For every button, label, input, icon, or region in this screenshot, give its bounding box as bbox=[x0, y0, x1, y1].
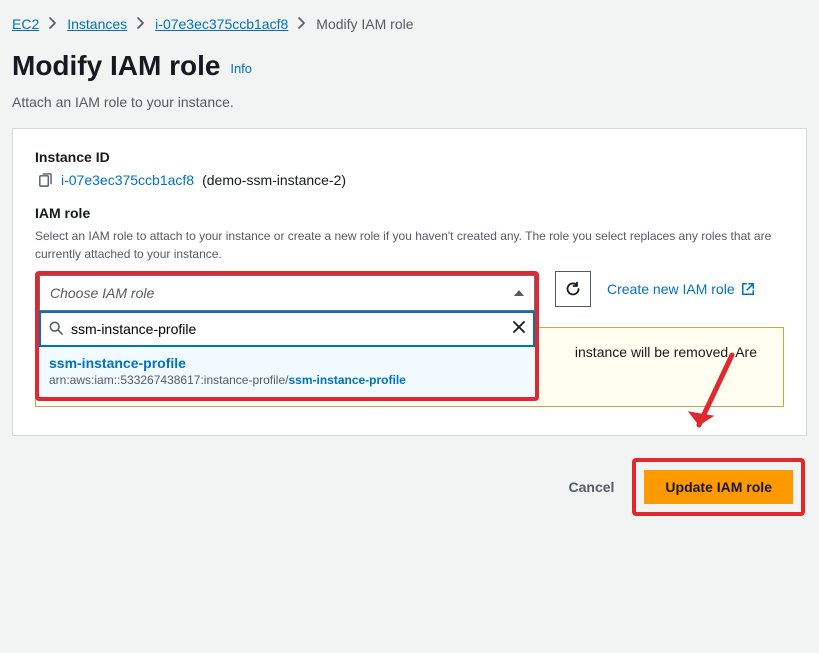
instance-id-link[interactable]: i-07e3ec375ccb1acf8 bbox=[61, 172, 194, 188]
chevron-right-icon bbox=[49, 16, 57, 32]
option-arn: arn:aws:iam::533267438617:instance-profi… bbox=[49, 373, 525, 387]
option-arn-prefix: arn:aws:iam::533267438617:instance-profi… bbox=[49, 373, 288, 387]
refresh-icon bbox=[565, 281, 581, 297]
config-panel: Instance ID i-07e3ec375ccb1acf8 (demo-ss… bbox=[12, 128, 807, 436]
instance-name: (demo-ssm-instance-2) bbox=[202, 172, 346, 188]
chevron-right-icon bbox=[137, 16, 145, 32]
info-link[interactable]: Info bbox=[230, 61, 252, 76]
page-header: Modify IAM role Info bbox=[12, 50, 807, 88]
cancel-button[interactable]: Cancel bbox=[565, 469, 619, 505]
update-button-highlight: Update IAM role bbox=[632, 458, 805, 516]
action-bar: Cancel Update IAM role bbox=[12, 436, 807, 516]
role-selection-row: Choose IAM role ssm-instance-profile arn… bbox=[35, 271, 784, 401]
iam-role-dropdown: Choose IAM role ssm-instance-profile arn… bbox=[35, 271, 539, 401]
iam-role-placeholder: Choose IAM role bbox=[50, 285, 154, 301]
instance-id-label: Instance ID bbox=[35, 149, 784, 165]
iam-role-search-input[interactable] bbox=[71, 321, 505, 337]
breadcrumb-instances[interactable]: Instances bbox=[67, 16, 127, 32]
option-arn-match: ssm-instance-profile bbox=[288, 373, 405, 387]
breadcrumb: EC2 Instances i-07e3ec375ccb1acf8 Modify… bbox=[12, 12, 807, 50]
breadcrumb-instance-id[interactable]: i-07e3ec375ccb1acf8 bbox=[155, 16, 288, 32]
instance-id-row: i-07e3ec375ccb1acf8 (demo-ssm-instance-2… bbox=[35, 171, 784, 189]
page-subtitle: Attach an IAM role to your instance. bbox=[12, 88, 807, 128]
breadcrumb-current: Modify IAM role bbox=[316, 16, 413, 32]
iam-role-search-row bbox=[39, 311, 535, 347]
refresh-button[interactable] bbox=[555, 271, 591, 307]
chevron-right-icon bbox=[298, 16, 306, 32]
create-iam-role-label: Create new IAM role bbox=[607, 281, 735, 297]
caret-up-icon bbox=[514, 290, 524, 296]
breadcrumb-ec2[interactable]: EC2 bbox=[12, 16, 39, 32]
iam-role-label: IAM role bbox=[35, 205, 784, 221]
iam-role-select-header[interactable]: Choose IAM role bbox=[39, 275, 535, 311]
clear-icon[interactable] bbox=[513, 320, 525, 338]
option-title: ssm-instance-profile bbox=[49, 355, 525, 371]
update-iam-role-button[interactable]: Update IAM role bbox=[644, 470, 793, 504]
external-link-icon bbox=[741, 282, 755, 296]
copy-icon[interactable] bbox=[35, 171, 53, 189]
create-iam-role-link[interactable]: Create new IAM role bbox=[607, 271, 755, 307]
search-icon bbox=[49, 321, 63, 338]
iam-role-help: Select an IAM role to attach to your ins… bbox=[35, 227, 784, 263]
iam-role-option[interactable]: ssm-instance-profile arn:aws:iam::533267… bbox=[39, 347, 535, 397]
page-title: Modify IAM role bbox=[12, 50, 220, 81]
